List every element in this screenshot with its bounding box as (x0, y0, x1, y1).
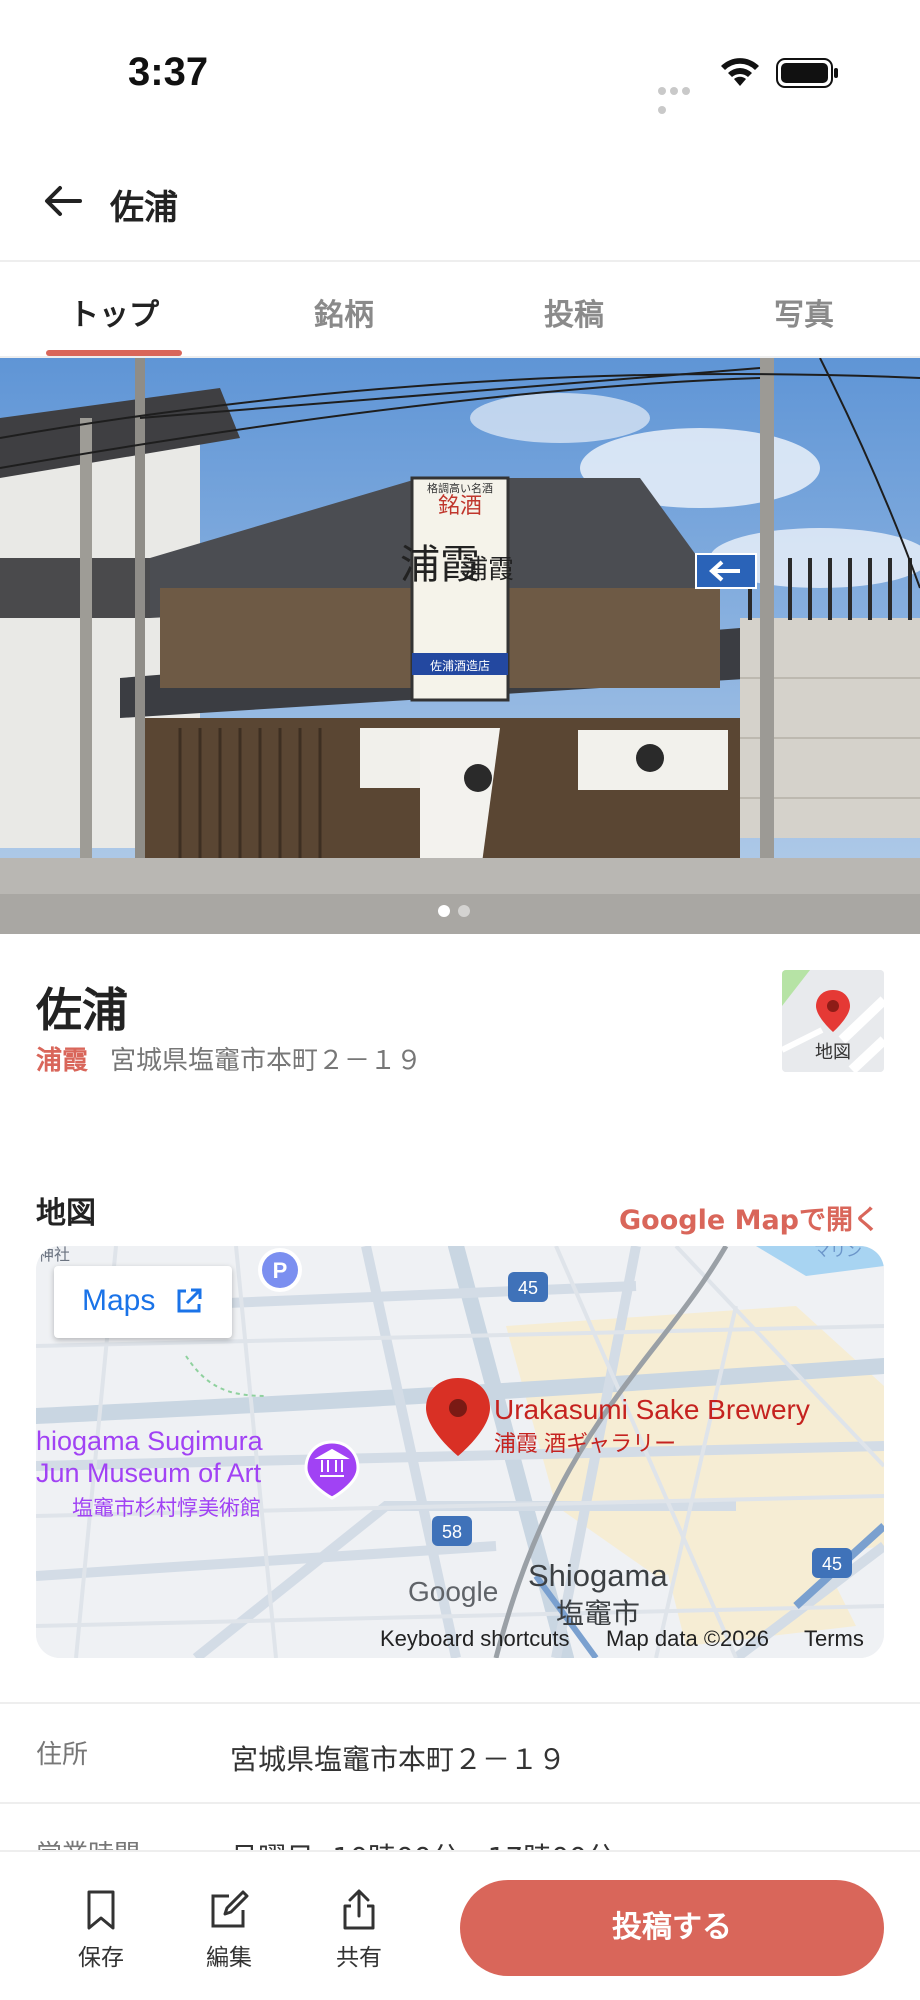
save-button[interactable]: 保存 (56, 1888, 146, 1972)
status-bar: 3:37 (0, 0, 920, 120)
route-45-shield: 45 (518, 1278, 538, 1298)
brewery-name: 佐浦 (36, 983, 128, 1037)
external-link-icon (177, 1288, 202, 1313)
brewery-map-subtitle: 浦霞 酒ギャラリー (494, 1431, 677, 1456)
tab-photos[interactable]: 写真 (724, 290, 884, 334)
sign-text-3: 浦霞 (462, 555, 514, 585)
map-footer-terms[interactable]: Terms (804, 1626, 864, 1658)
brewery-address: 宮城県塩竈市本町２－１９ (110, 1046, 423, 1076)
mini-map-button[interactable]: 地図 (782, 970, 884, 1072)
bottom-action-bar: 保存 編集 共有 投稿する (0, 1850, 920, 2000)
carousel-indicator (438, 902, 478, 921)
route-45-shield-2: 45 (822, 1554, 842, 1574)
edit-label: 編集 (206, 1945, 252, 1971)
app-header: 佐浦 (0, 140, 920, 262)
parking-marker: P (273, 1258, 288, 1283)
page-title: 佐浦 (110, 188, 178, 228)
bookmark-icon (87, 1890, 115, 1930)
google-logo: Google (408, 1576, 499, 1607)
map-section-title: 地図 (36, 1196, 96, 1231)
cellular-signal-icon (658, 80, 704, 114)
hero-image-carousel[interactable]: 銘酒 浦霞 浦霞 佐浦酒造店 格調高い名酒 (0, 358, 920, 934)
active-tab-indicator (46, 350, 182, 356)
post-button[interactable]: 投稿する (460, 1880, 884, 1976)
open-google-map-link[interactable]: Google Mapで開く (619, 1198, 880, 1237)
route-58-shield: 58 (442, 1522, 462, 1542)
city-label-en: Shiogama (528, 1558, 668, 1593)
sign-text-4: 佐浦酒造店 (430, 659, 490, 673)
museum-label-line2: Jun Museum of Art (36, 1458, 262, 1488)
brewery-map-title: Urakasumi Sake Brewery (494, 1394, 810, 1425)
brand-link[interactable]: 浦霞 (36, 1040, 88, 1077)
share-icon (343, 1889, 375, 1930)
share-button[interactable]: 共有 (314, 1888, 404, 1972)
share-label: 共有 (336, 1945, 382, 1971)
museum-label-jp: 塩竈市杉村惇美術館 (72, 1497, 261, 1520)
museum-label-line1: hiogama Sugimura (36, 1426, 263, 1456)
map-footer-keyboard-shortcuts[interactable]: Keyboard shortcuts (380, 1626, 570, 1658)
sign-text-0: 格調高い名酒 (427, 481, 493, 495)
brewery-photo: 銘酒 浦霞 浦霞 佐浦酒造店 格調高い名酒 (0, 358, 920, 934)
embedded-map[interactable]: 45 45 58 P 神社 マリン Maps Urakasumi Sake Br… (36, 1246, 884, 1658)
edit-button[interactable]: 編集 (184, 1888, 274, 1972)
tab-posts[interactable]: 投稿 (494, 290, 654, 334)
map-footer-data: Map data ©2026 (606, 1626, 769, 1651)
tab-brands[interactable]: 銘柄 (264, 290, 424, 334)
map-corner-label-left: 神社 (38, 1246, 70, 1264)
address-value: 宮城県塩竈市本町２－１９ (230, 1743, 567, 1776)
status-time: 3:37 (128, 50, 209, 94)
address-label: 住所 (36, 1740, 89, 1770)
divider (0, 1702, 920, 1704)
open-in-maps-button[interactable]: Maps (54, 1266, 232, 1338)
mini-map-label: 地図 (815, 1042, 851, 1063)
tab-top[interactable]: トップ (34, 290, 194, 334)
divider (0, 1802, 920, 1804)
edit-icon (211, 1890, 249, 1928)
tab-bar: トップ 銘柄 投稿 写真 (0, 262, 920, 358)
battery-icon (776, 58, 838, 88)
map-corner-label-right: マリン (814, 1246, 862, 1260)
save-label: 保存 (78, 1945, 124, 1971)
sign-text-1: 銘酒 (438, 494, 482, 519)
maps-button-label: Maps (82, 1284, 156, 1317)
wifi-icon (721, 58, 759, 86)
back-arrow-icon[interactable] (40, 178, 86, 224)
